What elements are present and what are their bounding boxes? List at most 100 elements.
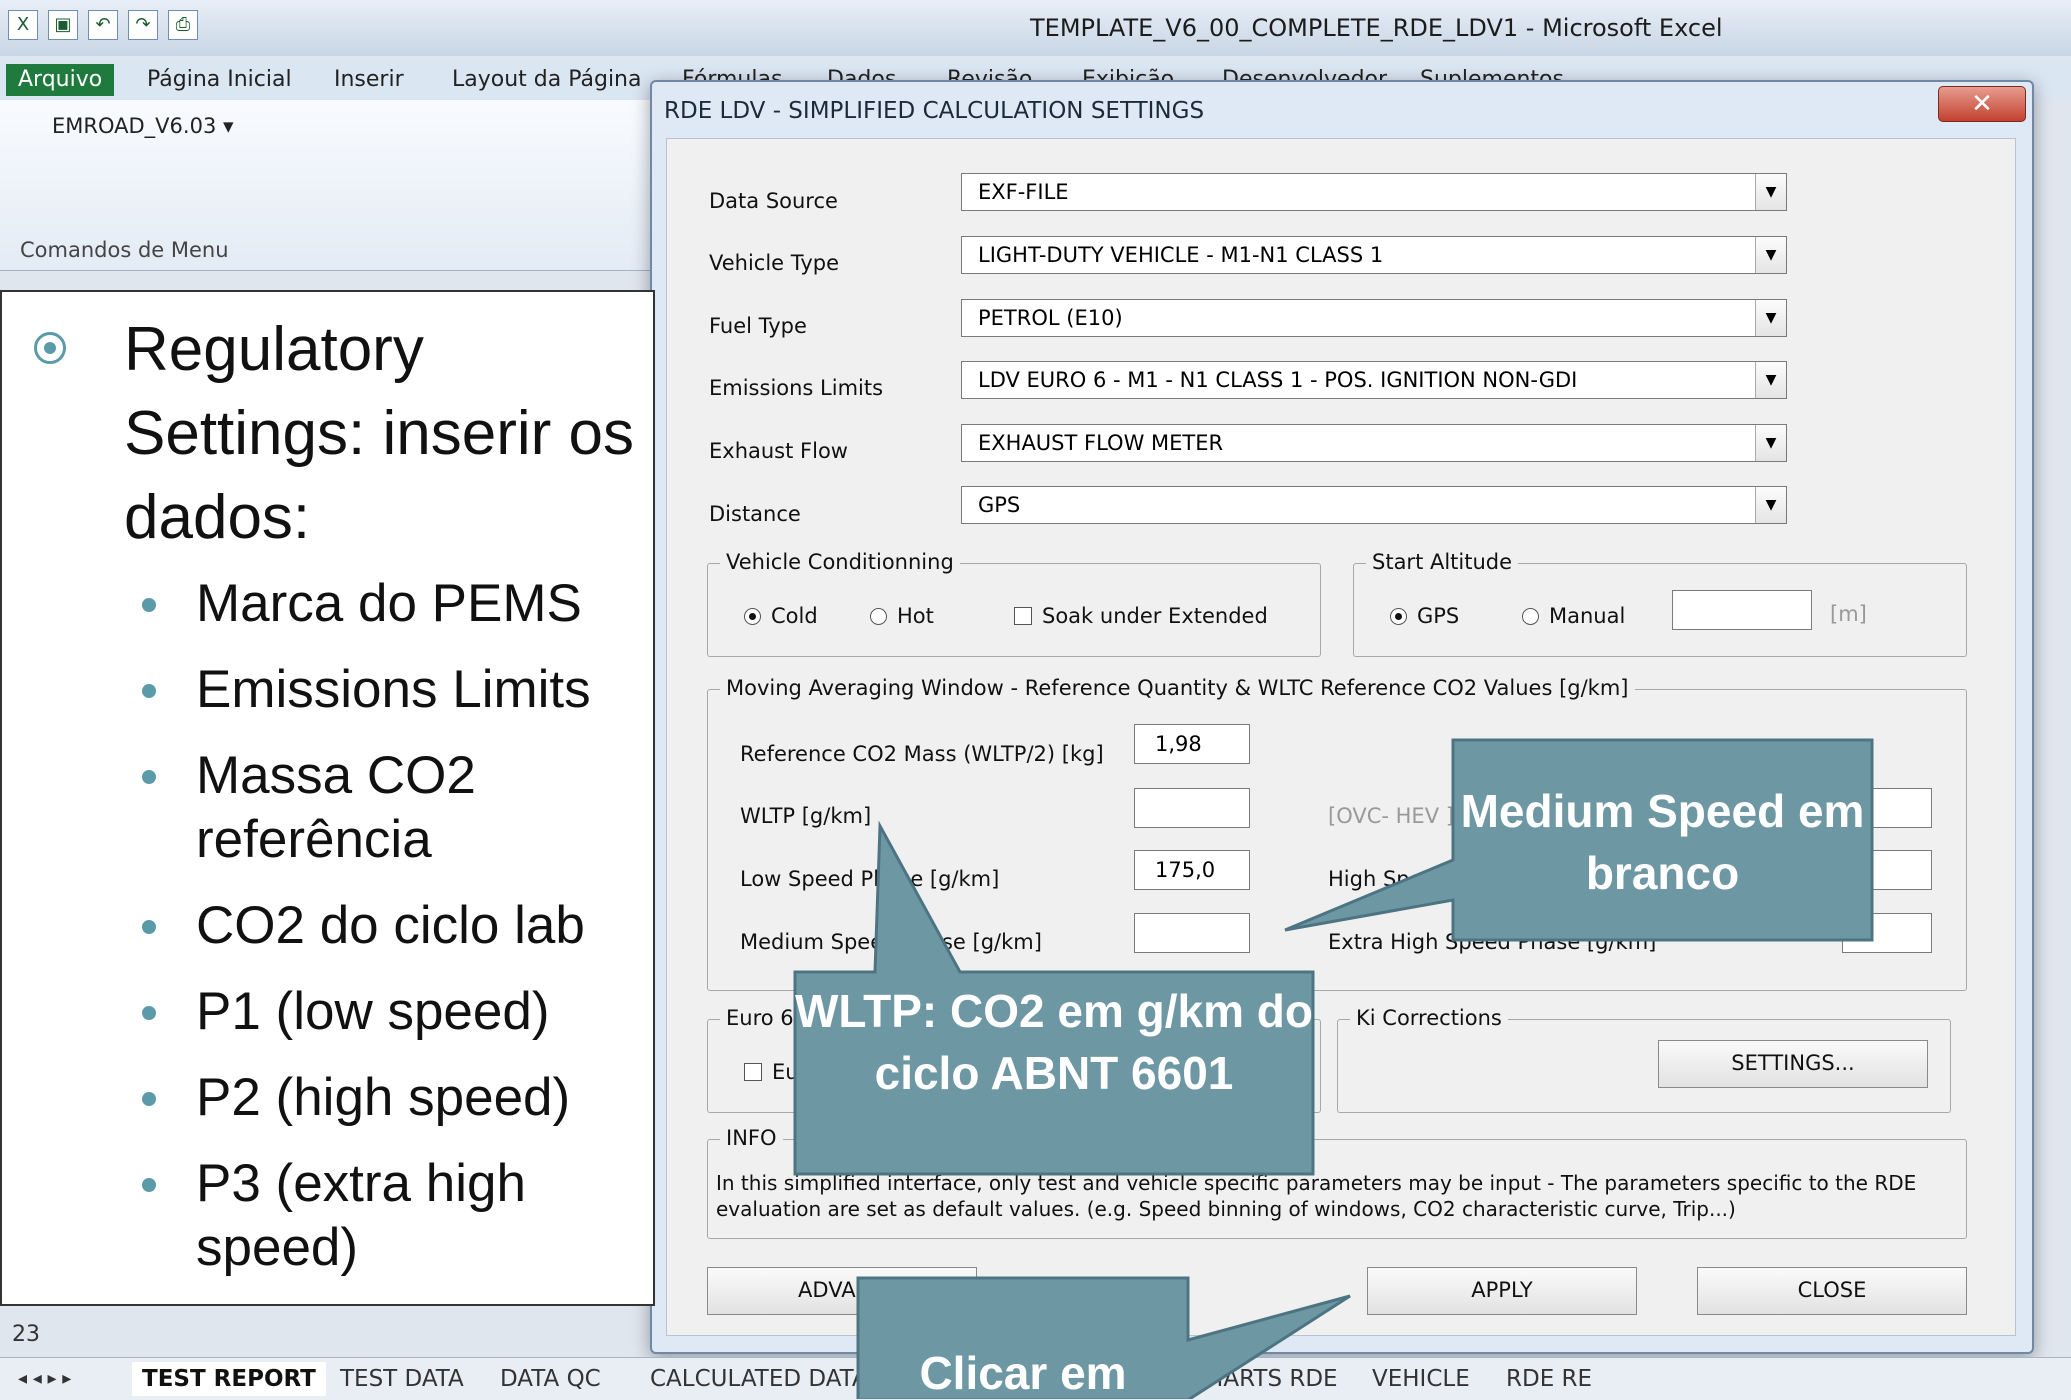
chevron-down-icon[interactable]: ▼ bbox=[1755, 362, 1786, 398]
start-altitude-group: Start Altitude GPS Manual [m] bbox=[1353, 550, 1967, 657]
data-source-label: Data Source bbox=[709, 189, 838, 213]
vehicle-type-value: LIGHT-DUTY VEHICLE - M1-N1 CLASS 1 bbox=[978, 243, 1384, 267]
low-speed-input[interactable]: 175,0 bbox=[1134, 850, 1250, 890]
medium-speed-input[interactable] bbox=[1134, 913, 1250, 953]
data-source-value: EXF-FILE bbox=[978, 180, 1069, 204]
radio-icon[interactable] bbox=[1522, 607, 1539, 625]
fuel-type-select[interactable]: PETROL (E10) ▼ bbox=[961, 299, 1787, 337]
print-preview-icon[interactable]: ⎙ bbox=[168, 10, 198, 40]
gps-radio[interactable]: GPS bbox=[1390, 604, 1459, 628]
fuel-type-label: Fuel Type bbox=[709, 314, 807, 338]
excel-title-bar: X ▣ ↶ ↷ ⎙ TEMPLATE_V6_00_COMPLETE_RDE_LD… bbox=[0, 0, 2071, 56]
info-legend: INFO bbox=[720, 1126, 783, 1150]
tab-inserir[interactable]: Inserir bbox=[322, 64, 416, 96]
ki-settings-button[interactable]: SETTINGS... bbox=[1658, 1040, 1928, 1088]
ref-co2-mass-input[interactable]: 1,98 bbox=[1134, 724, 1250, 764]
bullet-item: P1 (low speed) bbox=[142, 980, 652, 1044]
bullet-item: Massa CO2 referência bbox=[142, 744, 652, 872]
ki-corrections-legend: Ki Corrections bbox=[1350, 1006, 1508, 1030]
vehicle-type-select[interactable]: LIGHT-DUTY VEHICLE - M1-N1 CLASS 1 ▼ bbox=[961, 236, 1787, 274]
start-altitude-legend: Start Altitude bbox=[1366, 550, 1519, 574]
close-icon[interactable]: ✕ bbox=[1938, 86, 2026, 122]
callout-click-text: Clicar em bbox=[919, 1347, 1127, 1399]
radio-selected-icon[interactable] bbox=[744, 607, 761, 625]
sheet-tab-charts-rde[interactable]: CHARTS RDE bbox=[1180, 1362, 1348, 1396]
apply-button[interactable]: APPLY bbox=[1367, 1267, 1637, 1315]
vehicle-type-label: Vehicle Type bbox=[709, 251, 840, 275]
extra-high-speed-label: Extra High Speed Phase [g/km] bbox=[1328, 930, 1657, 954]
quick-access-toolbar: X ▣ ↶ ↷ ⎙ bbox=[8, 10, 198, 40]
maw-legend: Moving Averaging Window - Reference Quan… bbox=[720, 676, 1635, 700]
chevron-down-icon[interactable]: ▼ bbox=[1755, 487, 1786, 523]
bullet-item: P3 (extra high speed) bbox=[142, 1152, 652, 1280]
ki-corrections-group: Ki Corrections SETTINGS... bbox=[1337, 1006, 1951, 1113]
soak-checkbox[interactable]: Soak under Extended bbox=[1014, 604, 1268, 628]
tab-arquivo[interactable]: Arquivo bbox=[6, 64, 115, 96]
sheet-tab-test-report[interactable]: TEST REPORT bbox=[132, 1362, 326, 1396]
cold-label: Cold bbox=[771, 604, 818, 628]
fuel-type-value: PETROL (E10) bbox=[978, 306, 1123, 330]
dialog-body: Data Source EXF-FILE ▼ Vehicle Type LIGHT… bbox=[666, 138, 2016, 1336]
sheet-tab-data-qc[interactable]: DATA QC bbox=[490, 1362, 611, 1396]
circle-bullet-icon bbox=[34, 332, 66, 364]
cold-radio[interactable]: Cold bbox=[744, 604, 818, 628]
chevron-down-icon[interactable]: ▼ bbox=[1755, 425, 1786, 461]
manual-label: Manual bbox=[1549, 604, 1626, 628]
chevron-down-icon[interactable]: ▼ bbox=[1755, 237, 1786, 273]
wltp-input[interactable] bbox=[1134, 788, 1250, 828]
sheet-tab-test-data[interactable]: TEST DATA bbox=[330, 1362, 474, 1396]
tab-pagina-inicial[interactable]: Página Inicial bbox=[135, 64, 304, 96]
vehicle-conditioning-legend: Vehicle Conditionning bbox=[720, 550, 960, 574]
advanced-button[interactable]: ADVANC bbox=[707, 1267, 977, 1315]
altitude-unit-label: [m] bbox=[1830, 602, 1867, 626]
low-speed-label: Low Speed Phase [g/km] bbox=[740, 867, 1000, 891]
emissions-limits-select[interactable]: LDV EURO 6 - M1 - N1 CLASS 1 - POS. IGNI… bbox=[961, 361, 1787, 399]
info-group: INFO In this simplified interface, only … bbox=[707, 1126, 1967, 1239]
euro6-legend: Euro 6 bbox=[720, 1006, 800, 1030]
distance-select[interactable]: GPS ▼ bbox=[961, 486, 1787, 524]
info-text: In this simplified interface, only test … bbox=[716, 1171, 1917, 1221]
radio-icon[interactable] bbox=[870, 607, 887, 625]
emroad-menu-button[interactable]: EMROAD_V6.03 ▾ bbox=[52, 114, 234, 138]
sheet-tab-rde-re[interactable]: RDE RE bbox=[1496, 1362, 1602, 1396]
excel-logo-icon: X bbox=[8, 10, 38, 40]
euro6-checkbox[interactable]: Eu bbox=[744, 1060, 799, 1084]
checkbox-icon[interactable] bbox=[744, 1063, 762, 1081]
radio-selected-icon[interactable] bbox=[1390, 607, 1407, 625]
chevron-down-icon[interactable]: ▼ bbox=[1755, 300, 1786, 336]
redo-icon[interactable]: ↷ bbox=[128, 10, 158, 40]
sheet-tab-vehicle[interactable]: VEHICLE bbox=[1362, 1362, 1480, 1396]
data-source-select[interactable]: EXF-FILE ▼ bbox=[961, 173, 1787, 211]
ribbon-panel: EMROAD_V6.03 ▾ Comandos de Menu bbox=[0, 100, 660, 271]
slide-text-panel: Regulatory Settings: inserir os dados: M… bbox=[0, 290, 655, 1306]
extra-high-speed-input[interactable] bbox=[1842, 913, 1932, 953]
exhaust-flow-select[interactable]: EXHAUST FLOW METER ▼ bbox=[961, 424, 1787, 462]
hot-label: Hot bbox=[897, 604, 934, 628]
sheet-tab-calculated-data[interactable]: CALCULATED DATA bbox=[640, 1362, 878, 1396]
soak-label: Soak under Extended bbox=[1042, 604, 1268, 628]
bullet-item: P2 (high speed) bbox=[142, 1066, 652, 1130]
save-icon[interactable]: ▣ bbox=[48, 10, 78, 40]
callout-wltp-text: WLTP: CO2 em g/km do ciclo ABNT 6601 bbox=[795, 985, 1313, 1099]
chevron-down-icon[interactable]: ▼ bbox=[1755, 174, 1786, 210]
manual-radio[interactable]: Manual bbox=[1522, 604, 1625, 628]
ref-co2-mass-label: Reference CO2 Mass (WLTP/2) [kg] bbox=[740, 742, 1104, 766]
hot-radio[interactable]: Hot bbox=[870, 604, 934, 628]
bullet-item: Emissions Limits bbox=[142, 658, 652, 722]
manual-altitude-input[interactable] bbox=[1672, 590, 1812, 630]
undo-icon[interactable]: ↶ bbox=[88, 10, 118, 40]
sheet-nav-arrows-icon[interactable]: ◂ ◂ ▸ ▸ bbox=[8, 1362, 81, 1396]
slide-heading: Regulatory Settings: inserir os dados: bbox=[124, 315, 634, 552]
tab-layout[interactable]: Layout da Página bbox=[440, 64, 653, 96]
checkbox-icon[interactable] bbox=[1014, 607, 1032, 625]
wltp-label: WLTP [g/km] bbox=[740, 804, 872, 828]
close-button[interactable]: CLOSE bbox=[1697, 1267, 1967, 1315]
exhaust-flow-label: Exhaust Flow bbox=[709, 439, 848, 463]
callout-medium-text: Medium Speed em branco bbox=[1460, 785, 1865, 899]
window-title: TEMPLATE_V6_00_COMPLETE_RDE_LDV1 - Micro… bbox=[1030, 14, 1723, 42]
distance-label: Distance bbox=[709, 502, 801, 526]
vehicle-conditioning-group: Vehicle Conditionning Cold Hot Soak unde… bbox=[707, 550, 1321, 657]
row-number: 23 bbox=[12, 1322, 40, 1347]
slide-bullet-list: Marca do PEMS Emissions Limits Massa CO2… bbox=[142, 572, 652, 1302]
exhaust-flow-value: EXHAUST FLOW METER bbox=[978, 431, 1224, 455]
